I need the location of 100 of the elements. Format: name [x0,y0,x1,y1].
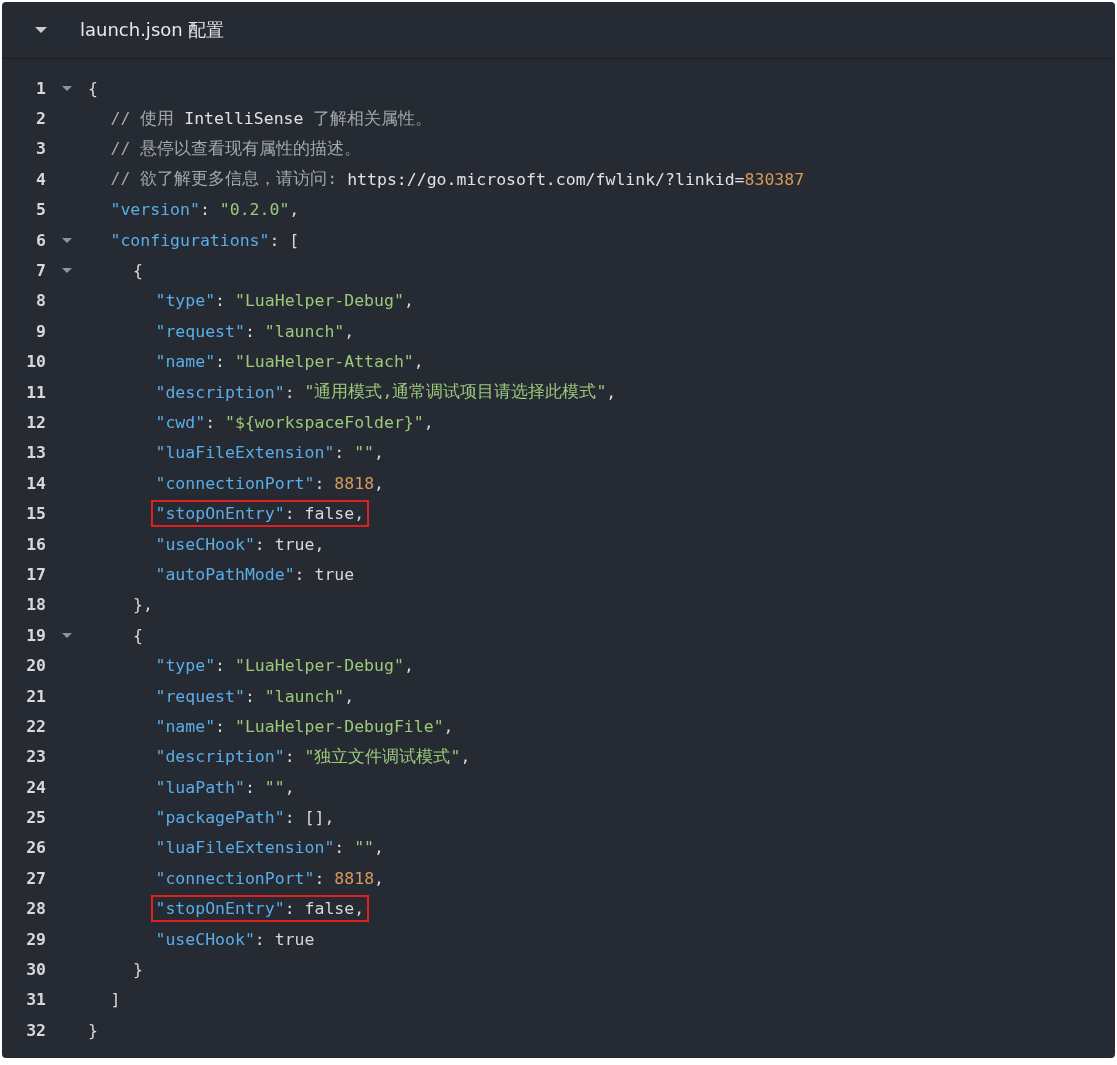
number-value: 8818 [334,868,375,888]
line-number: 18 [25,595,46,615]
json-key: "luaFileExtension" [155,838,335,858]
json-key: "description" [155,747,285,767]
line-number: 31 [25,990,46,1010]
line-number: 7 [35,261,46,281]
panel-title: launch.json 配置 [80,18,225,42]
json-key: "useCHook" [155,534,255,554]
code-text: }, [133,595,153,615]
line-number: 2 [35,109,46,129]
line-number: 9 [35,321,46,341]
json-key: "useCHook" [155,929,255,949]
json-key: "configurations" [110,230,270,250]
code-text: , [413,352,424,372]
line-number: 3 [35,139,46,159]
code-text: { [133,625,143,645]
line-number: 32 [25,1020,46,1040]
line-number: 17 [25,564,46,584]
code-text: , [284,777,295,797]
json-key: "packagePath" [155,808,285,828]
code-text: , [374,443,384,463]
code-text: ] [110,990,121,1010]
code-text: , [289,200,300,220]
code-text: , [403,291,414,311]
code-text: : false, [284,899,365,919]
code-text: : true [254,929,315,949]
line-number: 26 [25,838,46,858]
json-key: "luaPath" [155,777,245,797]
line-number: 12 [25,413,46,432]
code-comment: // 使用 [110,107,176,130]
code-text: , [423,413,434,432]
code-text: : [314,868,326,888]
code-text: : [205,413,217,432]
string-value: "" [264,777,285,797]
code-text: , [443,716,454,736]
fold-caret-icon[interactable] [62,85,72,91]
code-text: , [344,686,355,706]
line-number: 1 [35,78,46,98]
number-value: 8818 [334,473,375,493]
json-key: "type" [155,291,216,311]
code-text: : [284,382,296,402]
json-key: "name" [155,352,216,372]
code-text: : true [294,564,355,584]
code-text: : [215,291,227,311]
line-number: 16 [25,534,46,554]
line-number: 4 [35,169,46,189]
code-text: : [199,200,211,220]
code-text: , [606,382,617,402]
code-text: : [215,716,227,736]
code-text: : [215,352,227,372]
json-key: "type" [155,656,216,676]
code-text: : [284,747,296,767]
string-value: "" [354,838,375,858]
string-value: "LuaHelper-DebugFile" [235,716,444,736]
string-value: "独立文件调试模式" [304,745,461,768]
line-number: 29 [25,929,46,949]
string-value: "LuaHelper-Debug" [235,656,404,676]
code-text: : [215,656,227,676]
code-text: : [314,473,326,493]
string-value: "LuaHelper-Attach" [235,352,414,372]
line-number: 25 [25,808,46,828]
number-value: 830387 [744,169,805,189]
json-key: "request" [155,321,245,341]
line-number: 11 [25,382,46,402]
line-number: 22 [25,716,46,736]
json-key: "version" [110,200,200,220]
code-text: , [344,321,355,341]
json-key: "stopOnEntry" [155,504,285,524]
caret-icon[interactable] [35,27,47,33]
code-text: , [374,868,384,888]
fold-caret-icon[interactable] [62,268,72,274]
code-text: , [460,747,471,767]
string-value: "0.2.0" [219,200,290,220]
string-value: "launch" [264,686,345,706]
code-text: : true, [254,534,325,554]
fold-caret-icon[interactable] [62,237,72,243]
json-key: "description" [155,382,285,402]
string-value: "launch" [264,321,345,341]
line-number: 14 [25,473,46,493]
code-comment: // 欲了解更多信息，请访问: [110,168,339,191]
code-text: : [], [284,808,335,828]
line-number: 13 [25,443,46,463]
line-number: 19 [25,625,46,645]
fold-caret-icon[interactable] [62,632,72,638]
line-number: 27 [25,868,46,888]
line-number: 20 [25,656,46,676]
json-key: "autoPathMode" [155,564,295,584]
string-value: "${workspaceFolder}" [225,413,424,432]
code-text: { [133,261,143,281]
json-key: "luaFileExtension" [155,443,335,463]
line-number: 28 [25,899,46,919]
line-number: 10 [25,352,46,372]
code-text: : [334,838,346,858]
code-text: } [133,960,143,979]
code-text: : [244,777,256,797]
code-text: } [88,1020,98,1040]
code-text: , [374,473,384,493]
line-number: 8 [35,291,46,311]
code-text: { [88,78,98,98]
code-text: , [403,656,414,676]
